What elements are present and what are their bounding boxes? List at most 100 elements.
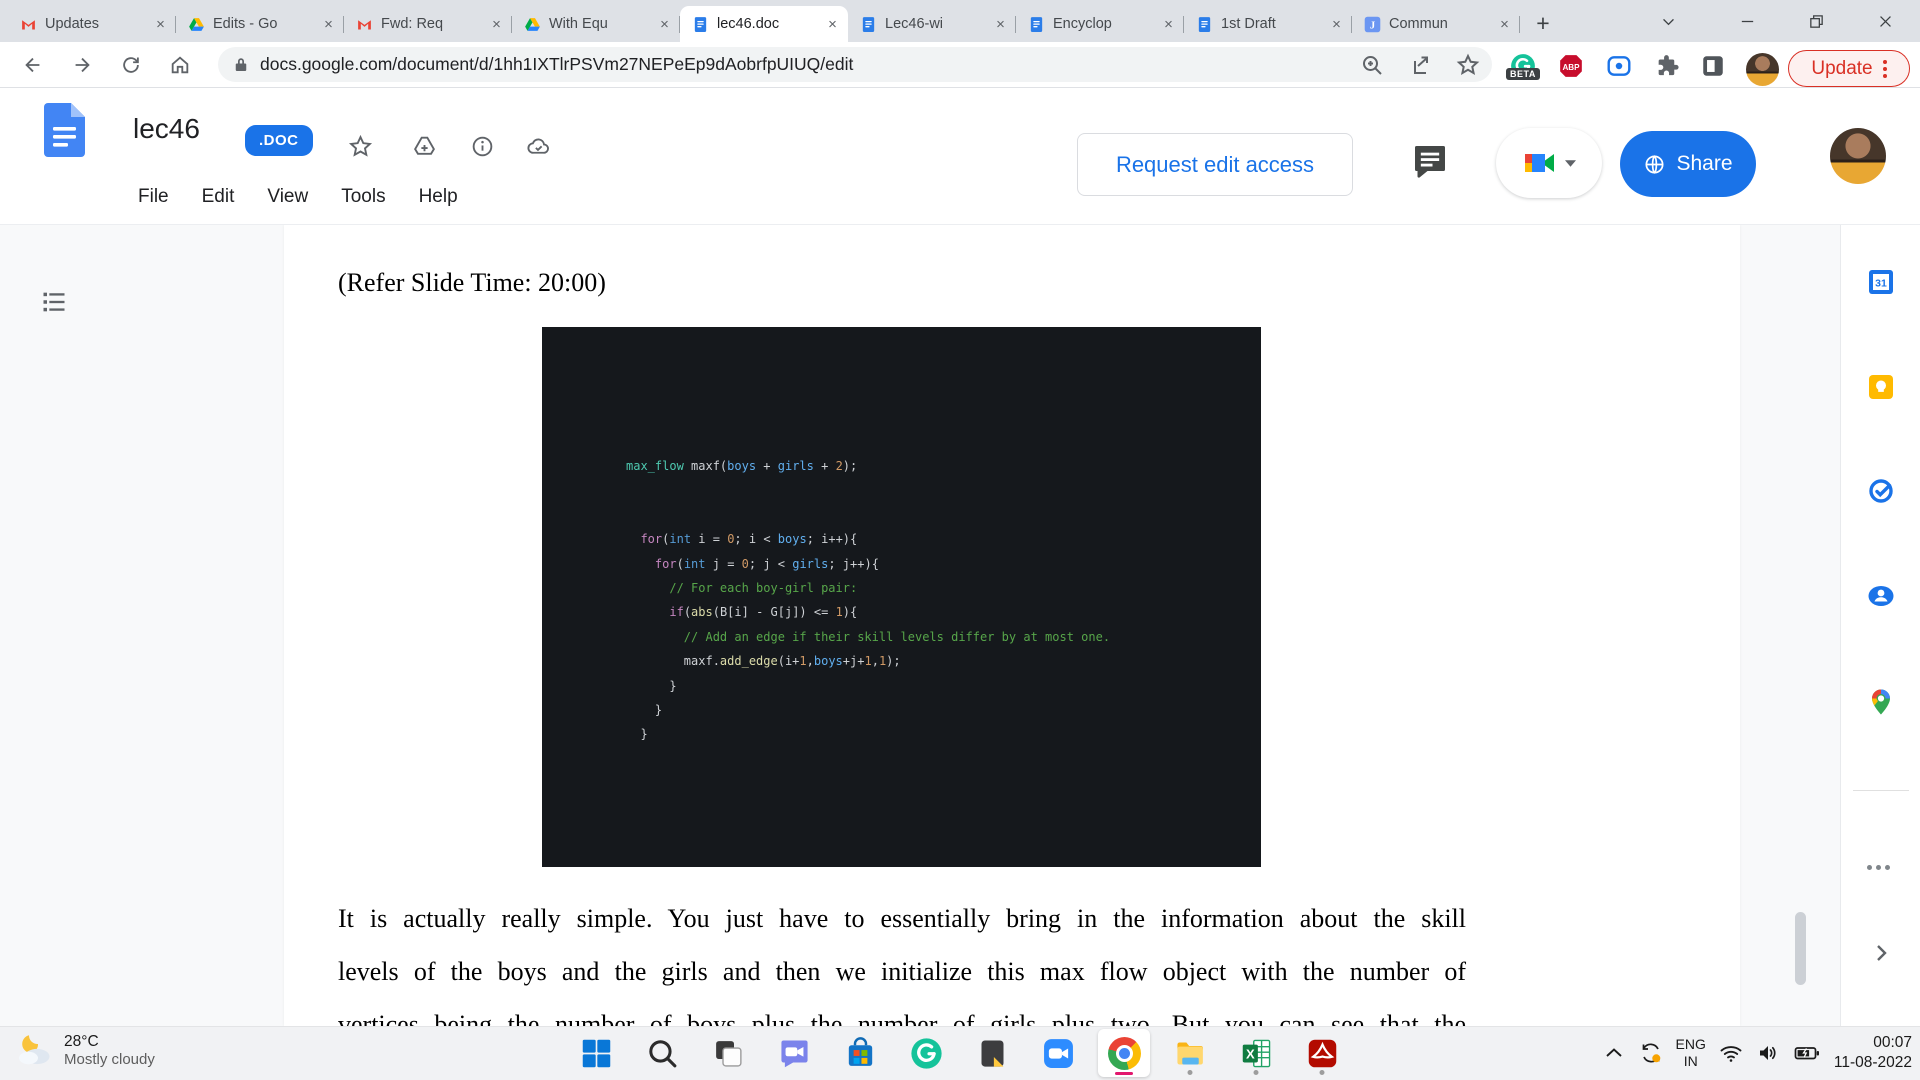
svg-text:X: X (1245, 1046, 1254, 1061)
get-add-ons-icon[interactable] (1867, 865, 1890, 870)
forward-button[interactable] (65, 48, 99, 82)
code-line (626, 503, 1110, 527)
docs-profile-avatar[interactable] (1830, 128, 1886, 184)
tab-close-icon[interactable]: × (1159, 15, 1178, 34)
google-docs-logo-icon[interactable] (44, 103, 85, 157)
tab-close-icon[interactable]: × (991, 15, 1010, 34)
tab-search-chevron-icon[interactable] (1645, 0, 1691, 42)
side-panel-maps-icon[interactable] (1866, 687, 1896, 717)
extensions-puzzle-icon[interactable] (1654, 53, 1680, 79)
language-indicator[interactable]: ENG IN (1676, 1036, 1706, 1070)
adblock-plus-extension-icon[interactable]: ABP (1558, 53, 1584, 79)
code-line: maxf.add_edge(i+1,boys+j+1,1); (626, 649, 1110, 673)
docs-favicon-icon (1028, 16, 1045, 33)
menu-edit[interactable]: Edit (202, 186, 235, 208)
taskbar-acrobat-icon[interactable] (1296, 1029, 1348, 1077)
tab-close-icon[interactable]: × (823, 15, 842, 34)
hide-side-panel-icon[interactable] (1869, 941, 1893, 965)
document-title[interactable]: lec46 (133, 113, 200, 145)
drive-favicon-icon (188, 16, 205, 33)
taskbar-taskview-icon[interactable] (702, 1029, 754, 1077)
taskbar-weather-widget[interactable]: 28°C Mostly cloudy (14, 1030, 155, 1070)
docs-menubar: File Edit View Tools Help (138, 186, 458, 208)
system-tray: ENG IN 00:07 11-08-2022 (1602, 1026, 1920, 1080)
menu-help[interactable]: Help (419, 186, 458, 208)
side-panel-calendar-icon[interactable]: 31 (1866, 267, 1896, 297)
taskbar-chrome-icon[interactable] (1098, 1029, 1150, 1077)
chrome-update-button[interactable]: Update (1788, 50, 1910, 87)
taskbar-zoomapp-icon[interactable] (1032, 1029, 1084, 1077)
taskbar-excel-icon[interactable]: X (1230, 1029, 1282, 1077)
lock-icon (232, 56, 250, 74)
home-button[interactable] (163, 48, 197, 82)
document-page[interactable]: (Refer Slide Time: 20:00) max_flow maxf(… (284, 225, 1740, 1026)
browser-tab[interactable]: 1st Draft× (1184, 6, 1352, 42)
tab-close-icon[interactable]: × (655, 15, 674, 34)
new-tab-button[interactable]: + (1528, 8, 1558, 38)
window-minimize-button[interactable] (1724, 0, 1770, 42)
browser-tab[interactable]: With Equ× (512, 6, 680, 42)
tab-close-icon[interactable]: × (319, 15, 338, 34)
side-panel-keep-icon[interactable] (1866, 372, 1896, 402)
taskbar-start-icon[interactable] (570, 1029, 622, 1077)
update-label: Update (1811, 58, 1872, 80)
browser-profile-avatar[interactable] (1746, 53, 1779, 86)
browser-tab[interactable]: Updates× (8, 6, 176, 42)
taskbar-notes-icon[interactable] (966, 1029, 1018, 1077)
paragraph-line: vertices being the number of boys plus t… (338, 998, 1466, 1026)
star-document-icon[interactable] (348, 134, 373, 159)
side-panel-contacts-icon[interactable] (1866, 581, 1896, 611)
document-status-info-icon[interactable] (470, 134, 495, 159)
tab-close-icon[interactable]: × (1327, 15, 1346, 34)
side-panel-tasks-icon[interactable] (1866, 476, 1896, 506)
slide-time-reference: (Refer Slide Time: 20:00) (338, 268, 606, 298)
share-page-icon[interactable] (1408, 53, 1432, 77)
show-outline-icon[interactable] (40, 288, 68, 316)
browser-tab[interactable]: lec46.doc× (680, 6, 848, 42)
document-scrollbar-thumb[interactable] (1795, 912, 1806, 985)
menu-tools[interactable]: Tools (341, 186, 385, 208)
docs-favicon-icon (860, 16, 877, 33)
browser-tab[interactable]: JCommun× (1352, 6, 1520, 42)
clock[interactable]: 00:07 11-08-2022 (1834, 1033, 1912, 1073)
zoom-page-icon[interactable] (1360, 53, 1384, 77)
taskbar-store-icon[interactable] (834, 1029, 886, 1077)
taskbar-explorer-icon[interactable] (1164, 1029, 1216, 1077)
taskbar-chat-icon[interactable] (768, 1029, 820, 1077)
sidebar-extension-icon[interactable] (1700, 53, 1726, 79)
battery-icon[interactable] (1793, 1041, 1821, 1065)
cloud-saved-icon[interactable] (526, 134, 551, 159)
picture-in-picture-extension-icon[interactable] (1606, 53, 1632, 79)
sync-update-icon[interactable] (1639, 1041, 1663, 1065)
screen: Updates×Edits - Go×Fwd: Req×With Equ×lec… (0, 0, 1920, 1080)
browser-tab[interactable]: Fwd: Req× (344, 6, 512, 42)
menu-file[interactable]: File (138, 186, 169, 208)
drive-favicon-icon (524, 16, 541, 33)
taskbar-search-icon[interactable] (636, 1029, 688, 1077)
bookmark-star-icon[interactable] (1456, 53, 1480, 77)
volume-icon[interactable] (1756, 1041, 1780, 1065)
hidden-icons-chevron-icon[interactable] (1602, 1041, 1626, 1065)
browser-tab[interactable]: Edits - Go× (176, 6, 344, 42)
browser-tab[interactable]: Encyclop × (1016, 6, 1184, 42)
address-bar[interactable]: docs.google.com/document/d/1hh1IXTlrPSVm… (218, 47, 1492, 82)
tab-close-icon[interactable]: × (1495, 15, 1514, 34)
tab-close-icon[interactable]: × (151, 15, 170, 34)
reload-button[interactable] (114, 48, 148, 82)
comment-history-icon[interactable] (1410, 141, 1450, 181)
share-button[interactable]: Share (1620, 131, 1756, 197)
body-paragraph: It is actually really simple. You just h… (338, 892, 1466, 1026)
move-to-drive-icon[interactable] (412, 134, 437, 159)
code-line: for(int j = 0; j < girls; j++){ (626, 552, 1110, 576)
back-button[interactable] (16, 48, 50, 82)
taskbar-grammarly-icon[interactable] (900, 1029, 952, 1077)
request-edit-access-button[interactable]: Request edit access (1077, 133, 1353, 196)
window-restore-button[interactable] (1793, 0, 1839, 42)
tab-close-icon[interactable]: × (487, 15, 506, 34)
window-close-button[interactable] (1862, 0, 1908, 42)
wifi-icon[interactable] (1719, 1041, 1743, 1065)
tab-label: Encyclop (1053, 16, 1151, 32)
menu-view[interactable]: View (267, 186, 308, 208)
browser-tab[interactable]: Lec46-wi× (848, 6, 1016, 42)
join-meet-button[interactable] (1496, 128, 1602, 198)
